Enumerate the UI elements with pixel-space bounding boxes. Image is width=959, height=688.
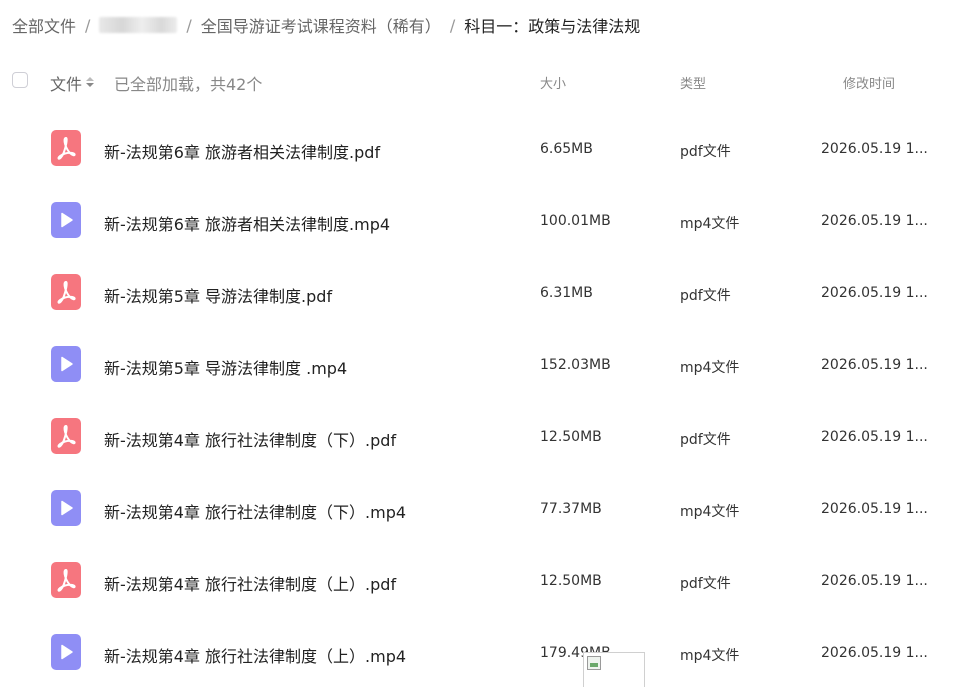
breadcrumb-separator: / [186,15,192,35]
file-type: pdf文件 [680,144,731,160]
pdf-icon [51,418,81,454]
file-name-link[interactable]: 新-法规第6章 旅游者相关法律制度.pdf [104,139,380,163]
file-modified-date: 2026.05.19 1... [821,501,928,517]
file-size: 12.50MB [540,573,602,589]
file-size: 152.03MB [540,357,611,373]
sort-icon[interactable] [86,77,95,89]
file-type: mp4文件 [680,360,740,376]
file-type: mp4文件 [680,648,740,664]
file-modified-date: 2026.05.19 1... [821,429,928,445]
file-name-link[interactable]: 新-法规第5章 导游法律制度 .mp4 [104,355,347,379]
file-row[interactable]: 新-法规第6章 旅游者相关法律制度.mp4 100.01MB mp4文件 2026.0… [0,184,959,256]
file-name-link[interactable]: 新-法规第4章 旅行社法律制度（下）.mp4 [104,499,406,523]
file-row[interactable]: 新-法规第4章 旅行社法律制度（下）.mp4 77.37MB mp4文件 2026.0… [0,472,959,544]
file-modified-date: 2026.05.19 1... [821,357,928,373]
pdf-icon [51,130,81,166]
column-date-header[interactable]: 修改时间 [843,73,895,92]
column-type-header[interactable]: 类型 [680,73,706,92]
breadcrumb-blurred-folder[interactable] [99,17,178,33]
file-size: 6.65MB [540,141,593,157]
video-icon [51,634,81,670]
column-size-header[interactable]: 大小 [540,73,566,92]
file-name-link[interactable]: 新-法规第4章 旅行社法律制度（上）.mp4 [104,643,406,667]
breadcrumb-current-folder: 科目一：政策与法律法规 [464,17,641,36]
pdf-icon [51,274,81,310]
file-size: 77.37MB [540,501,602,517]
file-type: mp4文件 [680,216,740,232]
video-icon [51,490,81,526]
file-row[interactable]: 新-法规第4章 旅行社法律制度（上）.mp4 179.49MB mp4文件 2026.… [0,616,959,688]
file-size: 6.31MB [540,285,593,301]
file-type: pdf文件 [680,432,731,448]
file-name-link[interactable]: 新-法规第5章 导游法律制度.pdf [104,283,332,307]
broken-image-icon [587,656,601,670]
file-row[interactable]: 新-法规第4章 旅行社法律制度（上）.pdf 12.50MB pdf文件 2026.0… [0,544,959,616]
file-name-link[interactable]: 新-法规第4章 旅行社法律制度（上）.pdf [104,571,396,595]
file-modified-date: 2026.05.19 1... [821,213,928,229]
file-modified-date: 2026.05.19 1... [821,285,928,301]
file-row[interactable]: 新-法规第6章 旅游者相关法律制度.pdf 6.65MB pdf文件 2026.05.… [0,112,959,184]
file-row[interactable]: 新-法规第5章 导游法律制度.pdf 6.31MB pdf文件 2026.05.19 … [0,256,959,328]
file-list-header: 文件 已全部加载，共42个 大小 类型 修改时间 [0,64,959,98]
breadcrumb-separator: / [85,15,91,35]
file-row[interactable]: 新-法规第4章 旅行社法律制度（下）.pdf 12.50MB pdf文件 2026.0… [0,400,959,472]
loaded-count-text: 已全部加载，共42个 [114,75,263,94]
file-list: 新-法规第6章 旅游者相关法律制度.pdf 6.65MB pdf文件 2026.05.… [0,112,959,688]
file-type: pdf文件 [680,288,731,304]
breadcrumb-separator: / [449,15,456,35]
file-name-link[interactable]: 新-法规第6章 旅游者相关法律制度.mp4 [104,211,390,235]
file-name-link[interactable]: 新-法规第4章 旅行社法律制度（下）.pdf [104,427,396,451]
breadcrumb-all-files[interactable]: 全部文件 [12,13,76,37]
column-file-label: 文件 [50,75,83,94]
file-row[interactable]: 新-法规第5章 导游法律制度 .mp4 152.03MB mp4文件 2026.05.… [0,328,959,400]
video-icon [51,346,81,382]
breadcrumb-course-folder[interactable]: 全国导游证考试课程资料（稀有） [201,13,441,37]
file-modified-date: 2026.05.19 1... [821,141,928,157]
file-size: 12.50MB [540,429,602,445]
pdf-icon [51,562,81,598]
file-type: pdf文件 [680,576,731,592]
video-icon [51,202,81,238]
select-all-checkbox[interactable] [12,72,28,88]
file-size: 100.01MB [540,213,611,229]
file-modified-date: 2026.05.19 1... [821,573,928,589]
file-modified-date: 2026.05.19 1... [821,645,928,661]
file-type: mp4文件 [680,504,740,520]
broken-image-placeholder [583,652,645,687]
column-file-header[interactable]: 文件 [50,71,95,95]
breadcrumb: 全部文件 / / 全国导游证考试课程资料（稀有） / 科目一：政策与法律法规 [12,13,641,37]
